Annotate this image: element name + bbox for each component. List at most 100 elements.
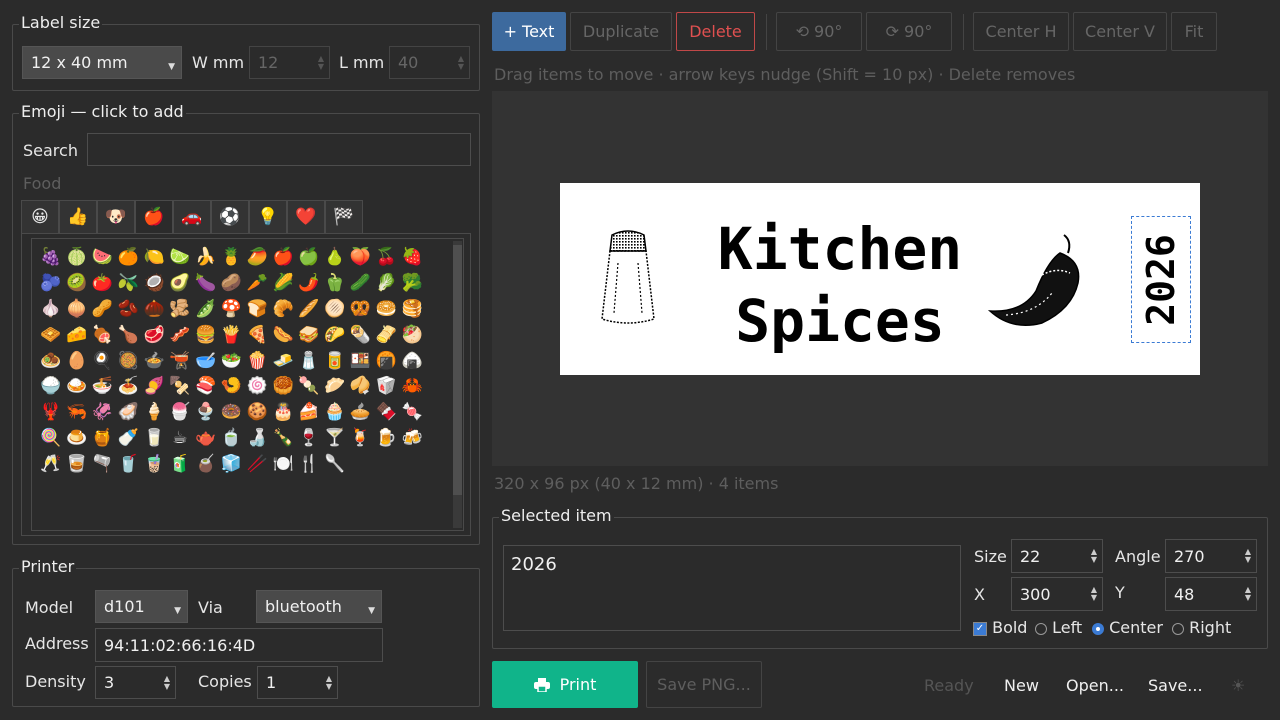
emoji-item[interactable]: 🍵 <box>219 426 245 452</box>
emoji-item[interactable]: ☕ <box>167 426 193 452</box>
emoji-item[interactable]: 🍉 <box>90 245 116 271</box>
new-button[interactable]: New <box>1004 676 1039 695</box>
emoji-item[interactable]: 🫗 <box>90 452 116 478</box>
emoji-item[interactable]: 🥛 <box>141 426 167 452</box>
emoji-item[interactable]: 🥯 <box>373 297 399 323</box>
emoji-item[interactable]: 🌮 <box>322 323 348 349</box>
emoji-item[interactable]: 🥑 <box>167 271 193 297</box>
emoji-item[interactable]: 🍨 <box>193 400 219 426</box>
tab-smileys[interactable]: 😀 <box>21 200 59 234</box>
radio-selected-icon[interactable] <box>1092 622 1104 635</box>
emoji-item[interactable]: 🫖 <box>193 426 219 452</box>
tab-travel[interactable]: 🚗 <box>173 200 211 234</box>
fit-button[interactable]: Fit <box>1171 12 1217 51</box>
emoji-item[interactable]: 🍧 <box>167 400 193 426</box>
emoji-item[interactable]: 🥫 <box>322 349 348 375</box>
theme-toggle-icon[interactable]: ☀ <box>1231 676 1245 695</box>
emoji-item[interactable]: 🧂 <box>296 349 322 375</box>
emoji-item[interactable]: 🍲 <box>141 349 167 375</box>
emoji-item[interactable]: 🧃 <box>167 452 193 478</box>
emoji-item[interactable]: 🥕 <box>244 271 270 297</box>
emoji-item[interactable]: 🍠 <box>141 374 167 400</box>
label-text-year[interactable]: 2026 <box>1139 220 1183 340</box>
emoji-item[interactable]: 🥮 <box>270 374 296 400</box>
emoji-scrollbar-thumb[interactable] <box>453 245 462 495</box>
emoji-item[interactable]: 🧇 <box>38 323 64 349</box>
emoji-item[interactable]: 🥦 <box>399 271 425 297</box>
emoji-item[interactable]: 🧋 <box>141 452 167 478</box>
emoji-item[interactable]: 🍕 <box>244 323 270 349</box>
emoji-item[interactable]: 🫔 <box>373 323 399 349</box>
emoji-item[interactable]: 🍰 <box>296 400 322 426</box>
emoji-item[interactable]: 🍙 <box>399 349 425 375</box>
emoji-item[interactable]: 🫛 <box>193 297 219 323</box>
emoji-item[interactable]: 🥐 <box>270 297 296 323</box>
density-spinbox[interactable]: 3 ▲ ▼ <box>95 666 176 699</box>
emoji-item[interactable]: 🍋‍🟩 <box>167 245 193 271</box>
size-spinbox[interactable]: 22 ▲ ▼ <box>1011 539 1103 573</box>
emoji-item[interactable]: 🍱 <box>348 349 374 375</box>
emoji-item[interactable]: 🍎 <box>270 245 296 271</box>
emoji-item[interactable]: 🍚 <box>38 374 64 400</box>
emoji-item[interactable]: 🍦 <box>141 400 167 426</box>
width-mm-spinbox[interactable]: 12 ▲ ▼ <box>249 46 330 79</box>
emoji-item[interactable]: 🌽 <box>270 271 296 297</box>
emoji-item[interactable]: 🥔 <box>219 271 245 297</box>
emoji-item[interactable]: 🍛 <box>64 374 90 400</box>
emoji-item[interactable]: 🦐 <box>64 400 90 426</box>
duplicate-button[interactable]: Duplicate <box>570 12 672 51</box>
emoji-item[interactable]: 🧄 <box>38 297 64 323</box>
emoji-item[interactable]: 🫘 <box>115 297 141 323</box>
align-right-radio[interactable]: Right <box>1172 618 1231 637</box>
emoji-item[interactable]: 🍓 <box>399 245 425 271</box>
x-spinbox[interactable]: 300 ▲ ▼ <box>1011 577 1103 611</box>
checkbox-checked-icon[interactable]: ✓ <box>973 621 987 636</box>
emoji-item[interactable]: 🥗 <box>219 349 245 375</box>
emoji-item[interactable]: 🍌 <box>193 245 219 271</box>
emoji-item[interactable]: 🍟 <box>219 323 245 349</box>
emoji-item[interactable]: 🫑 <box>322 271 348 297</box>
emoji-item[interactable]: 🦑 <box>90 400 116 426</box>
emoji-item[interactable]: 🎂 <box>270 400 296 426</box>
emoji-item[interactable]: 🍈 <box>64 245 90 271</box>
emoji-item[interactable]: 🍅 <box>90 271 116 297</box>
emoji-search-input[interactable] <box>87 133 471 166</box>
emoji-item[interactable]: 🦪 <box>115 400 141 426</box>
emoji-item[interactable]: 🫐 <box>38 271 64 297</box>
emoji-item[interactable]: 🍻 <box>399 426 425 452</box>
emoji-item[interactable]: 🦞 <box>38 400 64 426</box>
angle-spinbox[interactable]: 270 ▲ ▼ <box>1165 539 1257 573</box>
emoji-item[interactable]: 🫕 <box>167 349 193 375</box>
tab-flags[interactable]: 🏁 <box>325 200 363 234</box>
emoji-item[interactable]: 🍆 <box>193 271 219 297</box>
emoji-item[interactable]: 🍾 <box>270 426 296 452</box>
emoji-item[interactable]: 🥤 <box>115 452 141 478</box>
align-left-radio[interactable]: Left <box>1035 618 1082 637</box>
label-text-spices[interactable]: Spices <box>660 289 1020 353</box>
emoji-item[interactable]: 🍐 <box>322 245 348 271</box>
emoji-item[interactable]: 🫒 <box>115 271 141 297</box>
emoji-item[interactable]: 🥩 <box>141 323 167 349</box>
emoji-item[interactable]: 🥣 <box>193 349 219 375</box>
emoji-item[interactable]: 🍡 <box>296 374 322 400</box>
emoji-item[interactable]: 🫓 <box>322 297 348 323</box>
emoji-item[interactable]: 🍑 <box>348 245 374 271</box>
emoji-item[interactable]: 🍊 <box>115 245 141 271</box>
label-size-preset-select[interactable]: 12 x 40 mm ▼ <box>22 46 182 79</box>
emoji-item[interactable]: 🌶️ <box>296 271 322 297</box>
emoji-item[interactable]: 🧀 <box>64 323 90 349</box>
emoji-item[interactable]: 🍞 <box>244 297 270 323</box>
emoji-item[interactable]: 🍍 <box>219 245 245 271</box>
emoji-item[interactable]: 🍳 <box>90 349 116 375</box>
address-input[interactable]: 94:11:02:66:16:4D <box>95 628 383 662</box>
emoji-item[interactable]: 🍏 <box>296 245 322 271</box>
emoji-item[interactable]: 🥝 <box>64 271 90 297</box>
model-select[interactable]: d101 ▼ <box>95 590 188 623</box>
tab-animals[interactable]: 🐶 <box>97 200 135 234</box>
tab-objects[interactable]: 💡 <box>249 200 287 234</box>
emoji-item[interactable]: 🍘 <box>373 349 399 375</box>
tab-people[interactable]: 👍 <box>59 200 97 234</box>
emoji-item[interactable]: 🧅 <box>64 297 90 323</box>
emoji-item[interactable]: 🥘 <box>115 349 141 375</box>
save-png-button[interactable]: Save PNG... <box>646 661 762 708</box>
